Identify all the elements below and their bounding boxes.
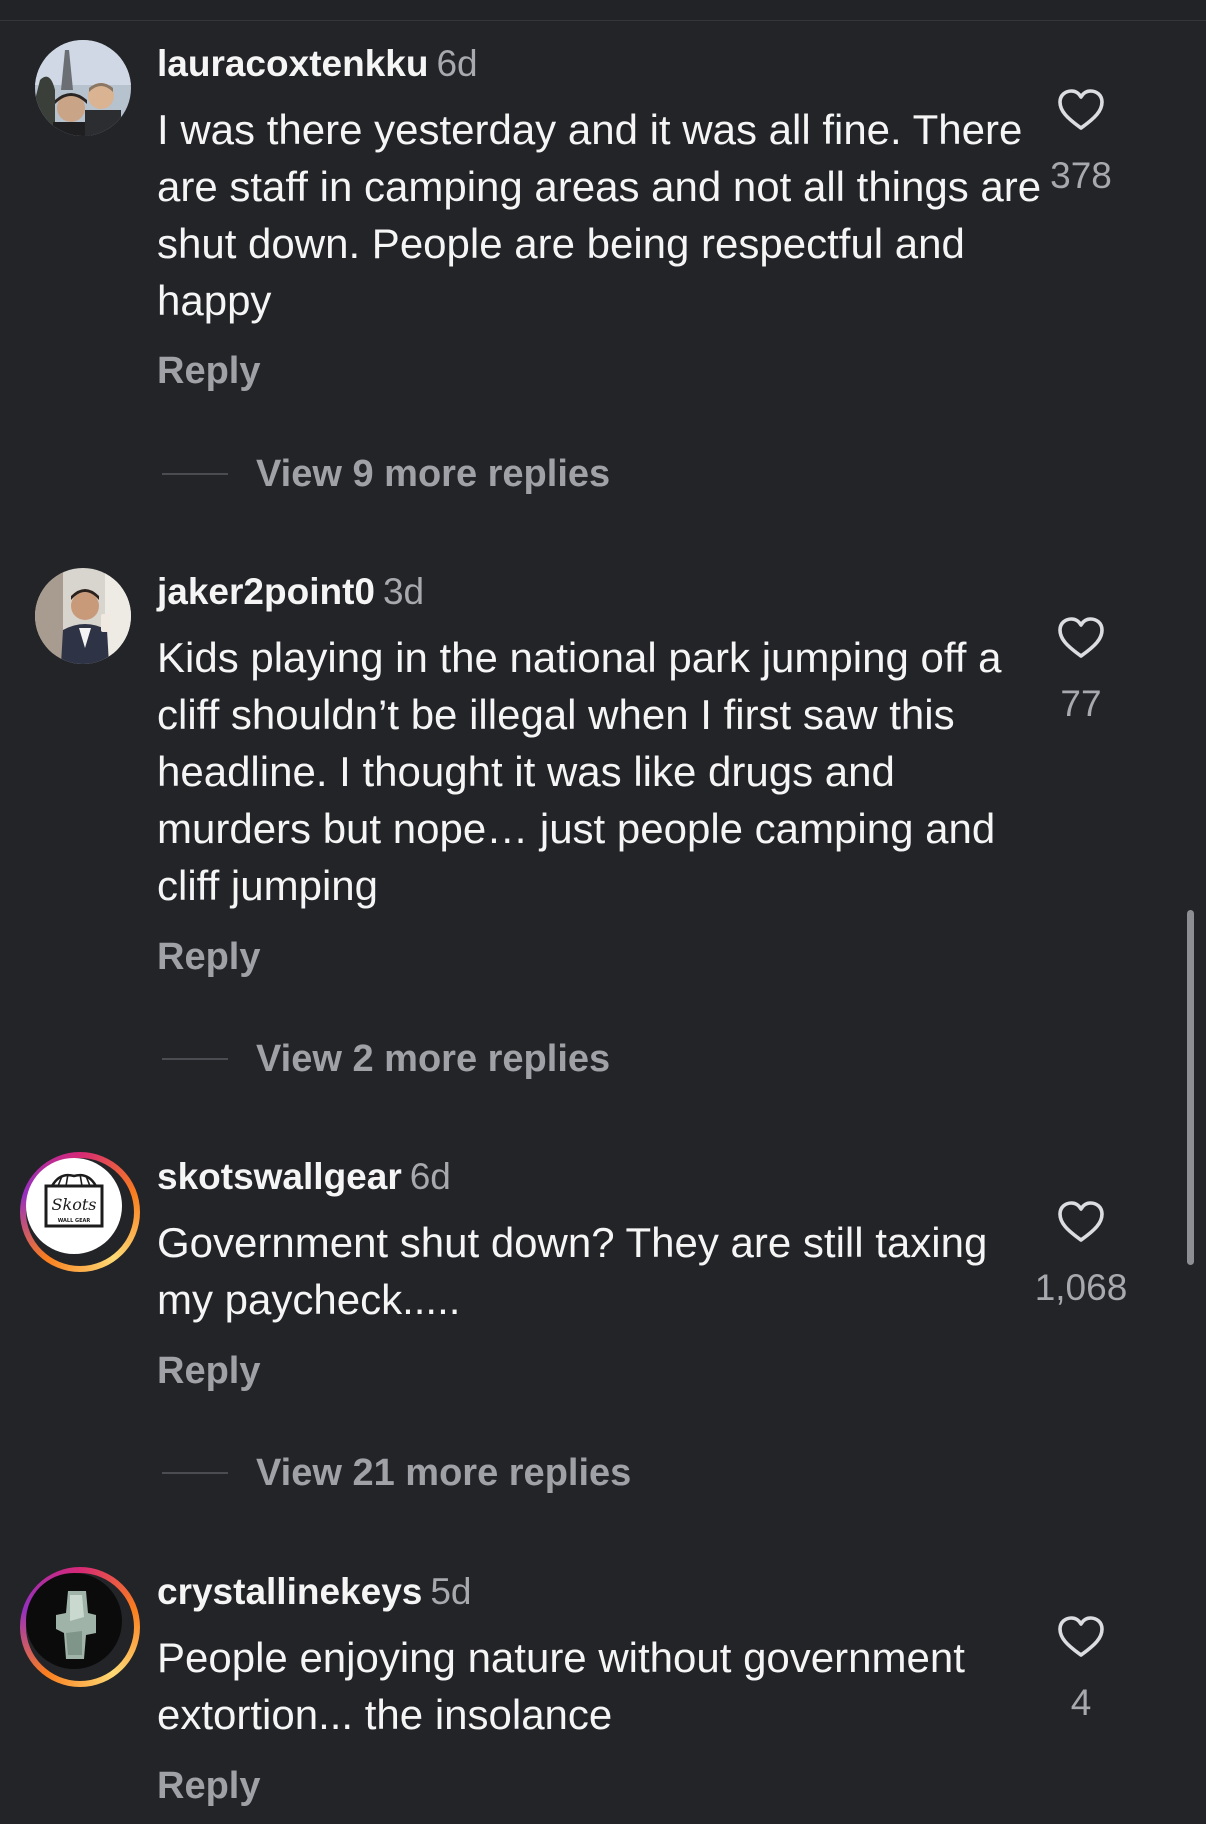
- comment-age: 3d: [382, 571, 425, 612]
- view-more-replies-button[interactable]: View 21 more replies: [162, 1451, 631, 1495]
- comment-text: Government shut down? They are still tax…: [157, 1219, 988, 1323]
- avatar[interactable]: [20, 1567, 140, 1687]
- logo-script: Skots: [52, 1195, 97, 1214]
- heart-outline-icon[interactable]: [1057, 616, 1105, 660]
- like-count: 77: [1060, 683, 1102, 724]
- view-more-replies-label: View 21 more replies: [256, 1451, 632, 1494]
- thread-line: [162, 473, 228, 475]
- comments-screen: lauracoxtenkku 6d I was there yesterday a…: [0, 0, 1206, 1824]
- comment-age: 6d: [409, 1156, 451, 1197]
- top-divider: [0, 0, 1206, 21]
- username[interactable]: skotswallgear: [157, 1156, 402, 1197]
- like-count: 1,068: [1034, 1267, 1128, 1308]
- logo-subtext: WALL GEAR: [58, 1218, 91, 1224]
- view-more-replies-button[interactable]: View 2 more replies: [162, 1037, 610, 1081]
- like-control[interactable]: 378: [996, 88, 1166, 198]
- comment-age: 6d: [436, 43, 478, 84]
- heart-outline-icon[interactable]: [1057, 88, 1105, 132]
- thread-line: [162, 1472, 228, 1474]
- view-more-replies-label: View 9 more replies: [256, 452, 611, 495]
- like-count: 4: [1070, 1682, 1092, 1723]
- username[interactable]: jaker2point0: [157, 571, 375, 612]
- comment-age: 5d: [430, 1571, 472, 1612]
- reply-button[interactable]: Reply: [157, 936, 260, 979]
- thread-line: [162, 1058, 228, 1060]
- avatar[interactable]: [35, 40, 131, 136]
- username[interactable]: crystallinekeys: [157, 1571, 422, 1612]
- avatar[interactable]: Skots WALL GEAR: [20, 1152, 140, 1272]
- like-count: 378: [1050, 155, 1112, 196]
- comment-text: I was there yesterday and it was all fin…: [157, 106, 1042, 324]
- heart-outline-icon[interactable]: [1057, 1200, 1105, 1244]
- reply-button[interactable]: Reply: [157, 1350, 260, 1393]
- comment-text: People enjoying nature without governmen…: [157, 1634, 965, 1738]
- reply-button[interactable]: Reply: [157, 1765, 260, 1808]
- reply-button[interactable]: Reply: [157, 350, 260, 393]
- username[interactable]: lauracoxtenkku: [157, 43, 428, 84]
- scrollbar[interactable]: [1187, 910, 1194, 1265]
- heart-outline-icon[interactable]: [1057, 1615, 1105, 1659]
- view-more-replies-button[interactable]: View 9 more replies: [162, 452, 610, 496]
- avatar[interactable]: [35, 568, 131, 664]
- view-more-replies-label: View 2 more replies: [256, 1037, 611, 1080]
- like-control[interactable]: 77: [996, 616, 1166, 726]
- comment-text: Kids playing in the national park jumpin…: [157, 634, 1002, 909]
- like-control[interactable]: 4: [996, 1615, 1166, 1725]
- like-control[interactable]: 1,068: [996, 1200, 1166, 1310]
